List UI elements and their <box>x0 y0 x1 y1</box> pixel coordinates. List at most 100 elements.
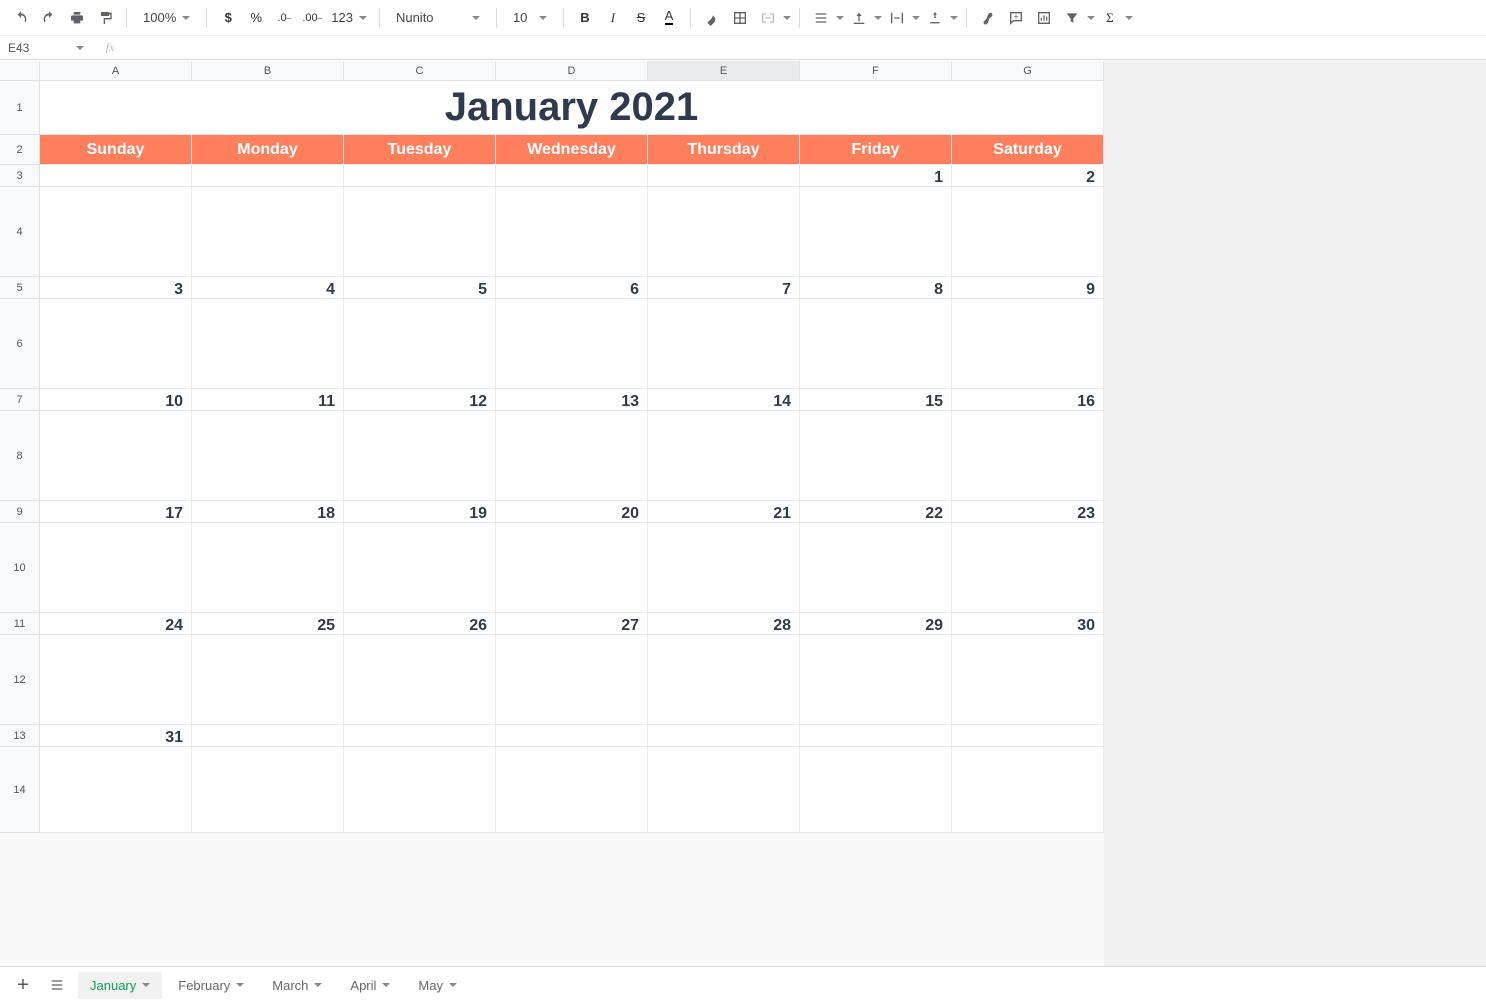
name-box[interactable]: E43 <box>0 41 90 55</box>
calendar-content-cell[interactable] <box>648 635 800 725</box>
date-cell[interactable]: 27 <box>496 613 648 635</box>
date-cell[interactable]: 4 <box>192 277 344 299</box>
select-all-corner[interactable] <box>0 61 40 81</box>
date-cell[interactable]: 12 <box>344 389 496 411</box>
merge-cells-dropdown[interactable] <box>755 5 791 31</box>
sheet-tab[interactable]: February <box>166 972 256 999</box>
column-header[interactable]: D <box>496 61 648 81</box>
calendar-content-cell[interactable] <box>952 299 1104 389</box>
row-header[interactable]: 10 <box>0 523 40 613</box>
calendar-content-cell[interactable] <box>648 299 800 389</box>
date-cell[interactable] <box>648 725 800 747</box>
calendar-content-cell[interactable] <box>496 411 648 501</box>
date-cell[interactable] <box>800 725 952 747</box>
rotate-dropdown[interactable] <box>922 5 958 31</box>
calendar-content-cell[interactable] <box>496 635 648 725</box>
insert-chart-icon[interactable] <box>1031 5 1057 31</box>
font-family-dropdown[interactable]: Nunito <box>388 5 488 31</box>
date-cell[interactable]: 3 <box>40 277 192 299</box>
v-align-dropdown[interactable] <box>846 5 882 31</box>
add-sheet-icon[interactable]: + <box>10 972 36 998</box>
calendar-content-cell[interactable] <box>952 747 1104 833</box>
date-cell[interactable]: 2 <box>952 165 1104 187</box>
date-cell[interactable]: 8 <box>800 277 952 299</box>
date-cell[interactable]: 5 <box>344 277 496 299</box>
date-cell[interactable]: 9 <box>952 277 1104 299</box>
more-formats-dropdown[interactable]: 123 <box>327 5 371 31</box>
calendar-content-cell[interactable] <box>800 187 952 277</box>
sheet-tab[interactable]: January <box>78 972 162 999</box>
filter-dropdown[interactable] <box>1059 5 1095 31</box>
day-header-cell[interactable]: Wednesday <box>496 135 648 165</box>
print-icon[interactable] <box>64 5 90 31</box>
sheet-tab[interactable]: March <box>260 972 334 999</box>
strikethrough-icon[interactable]: S <box>628 5 654 31</box>
date-cell[interactable]: 7 <box>648 277 800 299</box>
calendar-content-cell[interactable] <box>344 635 496 725</box>
calendar-content-cell[interactable] <box>344 523 496 613</box>
row-header[interactable]: 4 <box>0 187 40 277</box>
row-header[interactable]: 2 <box>0 135 40 165</box>
date-cell[interactable] <box>952 725 1104 747</box>
calendar-content-cell[interactable] <box>496 747 648 833</box>
column-header[interactable]: F <box>800 61 952 81</box>
date-cell[interactable]: 6 <box>496 277 648 299</box>
row-header[interactable]: 5 <box>0 277 40 299</box>
date-cell[interactable] <box>344 725 496 747</box>
calendar-content-cell[interactable] <box>40 299 192 389</box>
row-header[interactable]: 6 <box>0 299 40 389</box>
date-cell[interactable] <box>496 165 648 187</box>
row-header[interactable]: 8 <box>0 411 40 501</box>
bold-icon[interactable]: B <box>572 5 598 31</box>
paint-format-icon[interactable] <box>92 5 118 31</box>
date-cell[interactable]: 24 <box>40 613 192 635</box>
date-cell[interactable] <box>344 165 496 187</box>
column-header[interactable]: G <box>952 61 1104 81</box>
date-cell[interactable]: 15 <box>800 389 952 411</box>
calendar-content-cell[interactable] <box>648 747 800 833</box>
column-header[interactable]: E <box>648 61 800 81</box>
sheet-tab[interactable]: April <box>338 972 402 999</box>
calendar-content-cell[interactable] <box>344 747 496 833</box>
date-cell[interactable]: 19 <box>344 501 496 523</box>
format-currency-icon[interactable]: $ <box>215 5 241 31</box>
date-cell[interactable]: 30 <box>952 613 1104 635</box>
date-cell[interactable] <box>40 165 192 187</box>
column-header[interactable]: A <box>40 61 192 81</box>
decrease-decimal-icon[interactable]: .0_ <box>271 5 297 31</box>
date-cell[interactable]: 25 <box>192 613 344 635</box>
date-cell[interactable]: 16 <box>952 389 1104 411</box>
day-header-cell[interactable]: Monday <box>192 135 344 165</box>
calendar-content-cell[interactable] <box>344 299 496 389</box>
calendar-content-cell[interactable] <box>40 635 192 725</box>
row-header[interactable]: 9 <box>0 501 40 523</box>
row-header[interactable]: 13 <box>0 725 40 747</box>
wrap-dropdown[interactable] <box>884 5 920 31</box>
date-cell[interactable] <box>648 165 800 187</box>
date-cell[interactable] <box>192 165 344 187</box>
calendar-content-cell[interactable] <box>952 523 1104 613</box>
date-cell[interactable]: 20 <box>496 501 648 523</box>
date-cell[interactable]: 11 <box>192 389 344 411</box>
calendar-content-cell[interactable] <box>800 747 952 833</box>
date-cell[interactable]: 10 <box>40 389 192 411</box>
calendar-content-cell[interactable] <box>192 411 344 501</box>
date-cell[interactable]: 14 <box>648 389 800 411</box>
date-cell[interactable] <box>496 725 648 747</box>
font-size-dropdown[interactable]: 10 <box>505 5 555 31</box>
insert-link-icon[interactable] <box>975 5 1001 31</box>
calendar-content-cell[interactable] <box>496 299 648 389</box>
date-cell[interactable]: 23 <box>952 501 1104 523</box>
date-cell[interactable]: 21 <box>648 501 800 523</box>
all-sheets-icon[interactable] <box>44 972 70 998</box>
day-header-cell[interactable]: Tuesday <box>344 135 496 165</box>
insert-comment-icon[interactable] <box>1003 5 1029 31</box>
text-color-icon[interactable]: A <box>656 5 682 31</box>
calendar-content-cell[interactable] <box>344 187 496 277</box>
date-cell[interactable] <box>192 725 344 747</box>
date-cell[interactable]: 31 <box>40 725 192 747</box>
sheet-tab[interactable]: May <box>406 972 469 999</box>
column-header[interactable]: C <box>344 61 496 81</box>
date-cell[interactable]: 26 <box>344 613 496 635</box>
calendar-content-cell[interactable] <box>192 299 344 389</box>
